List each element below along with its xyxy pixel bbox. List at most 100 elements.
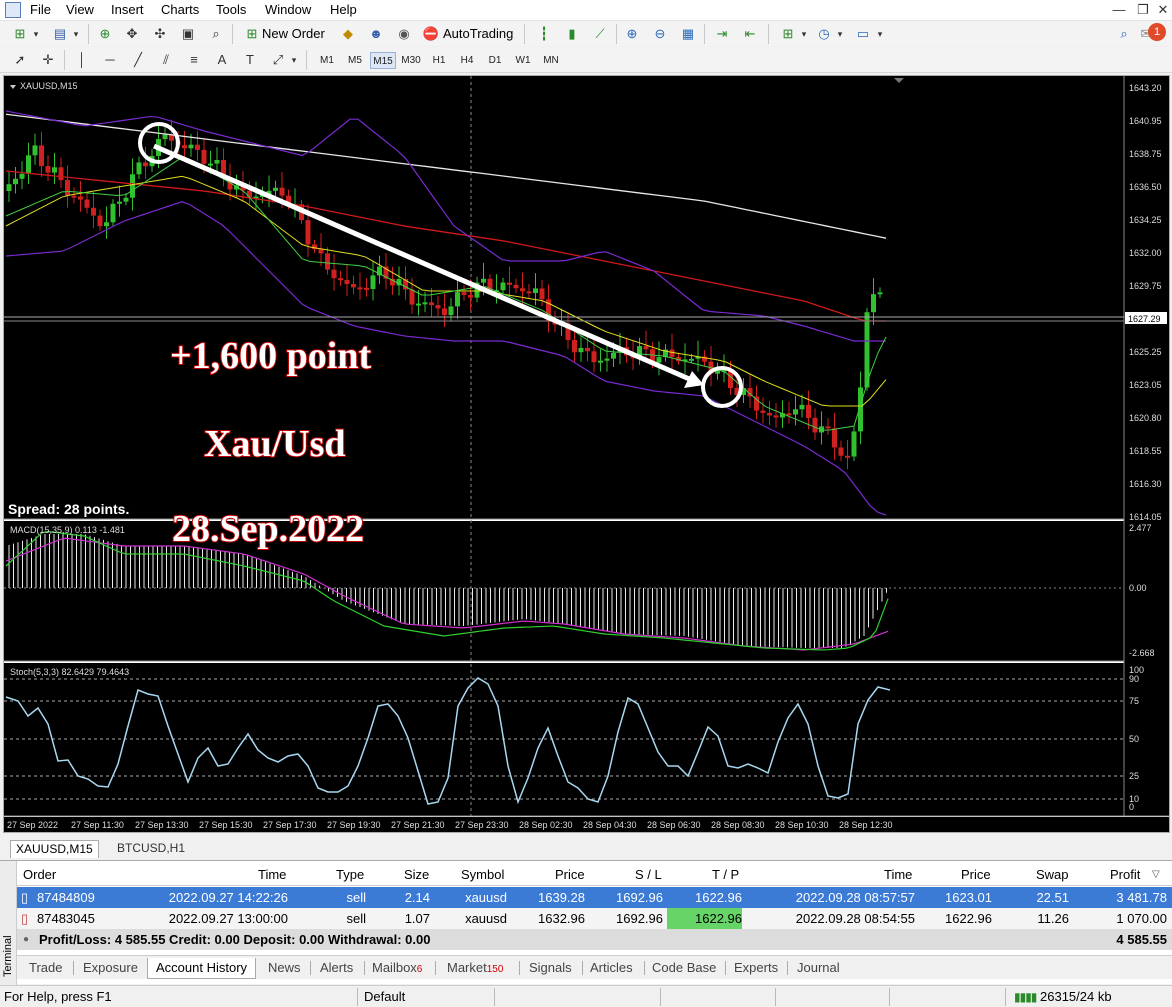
tab-news[interactable]: News [266, 958, 303, 979]
new-order-icon[interactable]: ⊞ [242, 24, 262, 44]
trendline-icon[interactable]: ╱ [128, 50, 148, 70]
terminal-side-label[interactable]: Terminal [0, 861, 17, 985]
col-close-price[interactable]: Price [961, 865, 991, 885]
minimize-icon[interactable]: — [1106, 0, 1132, 20]
chart-tab-xauusd[interactable]: XAUUSD,M15 [10, 840, 99, 858]
menu-help[interactable]: Help [330, 2, 357, 17]
autotrading-icon[interactable]: ⛔ [421, 24, 441, 44]
col-tp[interactable]: T / P [712, 865, 739, 885]
price-tick-label: 1643.20 [1129, 83, 1162, 93]
table-row[interactable]: ▯ 87483045 2022.09.27 13:00:00 sell 1.07… [17, 908, 1172, 929]
auto-scroll-icon[interactable]: ⇥ [712, 24, 732, 44]
candle-body [786, 413, 792, 416]
candlestick-icon[interactable]: ▮ [562, 24, 582, 44]
col-symbol[interactable]: Symbol [461, 865, 504, 885]
tab-market[interactable]: Market150 [445, 958, 505, 979]
col-size[interactable]: Size [404, 865, 429, 885]
new-order-button[interactable]: New Order [262, 24, 325, 44]
tab-experts[interactable]: Experts [732, 958, 780, 979]
tab-alerts[interactable]: Alerts [318, 958, 355, 979]
menu-insert[interactable]: Insert [111, 2, 144, 17]
text-icon[interactable]: A [212, 50, 232, 70]
timeframe-m15[interactable]: M15 [370, 52, 396, 69]
col-type[interactable]: Type [336, 865, 364, 885]
market-watch-icon[interactable]: ⊕ [95, 24, 115, 44]
tester-icon[interactable]: ⌕ [206, 24, 226, 44]
sort-icon[interactable]: ▽ [1152, 865, 1160, 885]
line-chart-icon[interactable]: ⟋ [590, 24, 610, 44]
navigator-icon[interactable]: ✣ [150, 24, 170, 44]
price-tick-label: 1620.80 [1129, 413, 1162, 423]
timeframe-h1[interactable]: H1 [426, 52, 452, 69]
channel-icon[interactable]: ⫽ [156, 50, 176, 70]
notification-badge[interactable]: 1 [1148, 23, 1166, 41]
price-chart[interactable]: 1643.20 1640.95 1638.75 1636.50 1634.25 1632.… [4, 76, 1169, 832]
timeframe-h4[interactable]: H4 [454, 52, 480, 69]
periods-icon[interactable]: ◷ [814, 24, 834, 44]
tab-code-base[interactable]: Code Base [650, 958, 718, 979]
arrows-icon[interactable]: ⤢ [268, 50, 288, 70]
chart-shift-icon[interactable]: ⇤ [740, 24, 760, 44]
tab-mailbox[interactable]: Mailbox6 [370, 958, 424, 979]
candle-body [344, 279, 350, 285]
data-window-icon[interactable]: ✥ [122, 24, 142, 44]
tile-windows-icon[interactable]: ▦ [678, 24, 698, 44]
chevron-down-icon[interactable]: ▾ [834, 24, 846, 44]
candle-body [442, 308, 447, 316]
tab-journal[interactable]: Journal [795, 958, 842, 979]
chevron-down-icon[interactable]: ▾ [70, 24, 82, 44]
chevron-down-icon[interactable]: ▾ [30, 24, 42, 44]
col-close-time[interactable]: Time [884, 865, 912, 885]
col-order[interactable]: Order [23, 865, 56, 885]
timeframe-w1[interactable]: W1 [510, 52, 536, 69]
menu-tools[interactable]: Tools [216, 2, 246, 17]
col-swap[interactable]: Swap [1036, 865, 1069, 885]
close-icon[interactable]: ✕ [1150, 0, 1172, 20]
app-icon[interactable] [5, 2, 21, 18]
indicators-icon[interactable]: ⊞ [778, 24, 798, 44]
chart-window[interactable]: 1643.20 1640.95 1638.75 1636.50 1634.25 1632.… [3, 75, 1170, 833]
chevron-down-icon[interactable]: ▾ [798, 24, 810, 44]
bar-chart-icon[interactable]: ┇ [534, 24, 554, 44]
chevron-down-icon[interactable]: ▾ [874, 24, 886, 44]
fibonacci-icon[interactable]: ≡ [184, 50, 204, 70]
col-profit[interactable]: Profit [1110, 865, 1140, 885]
menu-view[interactable]: View [66, 2, 94, 17]
col-price[interactable]: Price [555, 865, 585, 885]
search-icon[interactable]: ⌕ [1114, 24, 1134, 44]
crosshair-icon[interactable]: ✛ [38, 50, 58, 70]
horizontal-line-icon[interactable]: ─ [100, 50, 120, 70]
terminal-icon[interactable]: ▣ [178, 24, 198, 44]
col-time[interactable]: Time [258, 865, 286, 885]
tab-articles[interactable]: Articles [588, 958, 635, 979]
text-label-icon[interactable]: T [240, 50, 260, 70]
table-row[interactable]: ▯ 87484809 2022.09.27 14:22:26 sell 2.14… [17, 887, 1172, 908]
timeframe-mn[interactable]: MN [538, 52, 564, 69]
menu-window[interactable]: Window [265, 2, 311, 17]
tab-account-history[interactable]: Account History [147, 958, 257, 979]
timeframe-d1[interactable]: D1 [482, 52, 508, 69]
candle-body [370, 275, 376, 289]
metaeditor-icon[interactable]: ◆ [338, 24, 358, 44]
col-sl[interactable]: S / L [635, 865, 662, 885]
tab-exposure[interactable]: Exposure [81, 958, 140, 979]
tab-signals[interactable]: Signals [527, 958, 574, 979]
user-icon[interactable]: ☻ [366, 24, 386, 44]
signal-icon[interactable]: ◉ [394, 24, 414, 44]
chevron-down-icon[interactable]: ▾ [288, 50, 300, 70]
menu-charts[interactable]: Charts [161, 2, 199, 17]
timeframe-m30[interactable]: M30 [398, 52, 424, 69]
profiles-icon[interactable]: ▤ [50, 24, 70, 44]
menu-file[interactable]: File [30, 2, 51, 17]
new-chart-icon[interactable]: ⊞ [10, 24, 30, 44]
vertical-line-icon[interactable]: │ [72, 50, 92, 70]
templates-icon[interactable]: ▭ [853, 24, 873, 44]
cursor-icon[interactable]: ➚ [10, 50, 30, 70]
tab-trade[interactable]: Trade [27, 958, 64, 979]
timeframe-m1[interactable]: M1 [314, 52, 340, 69]
autotrading-button[interactable]: AutoTrading [443, 24, 513, 44]
zoom-out-icon[interactable]: ⊖ [650, 24, 670, 44]
zoom-in-icon[interactable]: ⊕ [622, 24, 642, 44]
timeframe-m5[interactable]: M5 [342, 52, 368, 69]
chart-tab-btcusd[interactable]: BTCUSD,H1 [112, 840, 190, 858]
